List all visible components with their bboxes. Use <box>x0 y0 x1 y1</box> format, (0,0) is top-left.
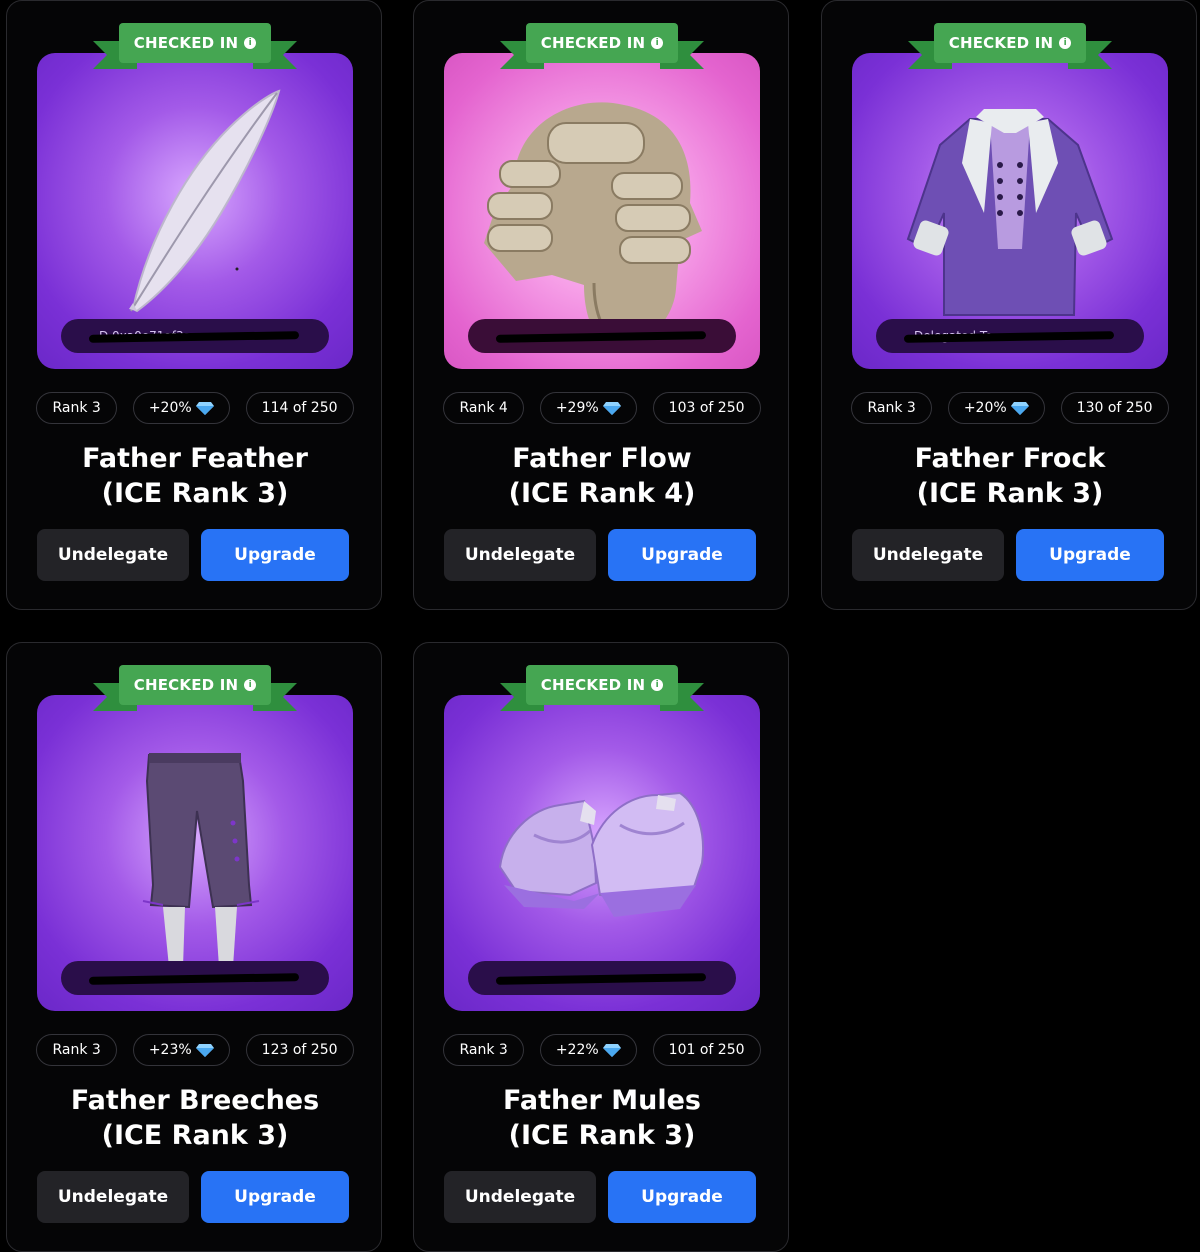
undelegate-button[interactable]: Undelegate <box>37 529 189 581</box>
supply-chip: 101 of 250 <box>652 1034 761 1066</box>
delegated-to-pill: Delegated To ... <box>876 319 1144 353</box>
rank-chip: Rank 4 <box>443 392 524 424</box>
checked-in-badge: CHECKED IN i <box>500 21 704 77</box>
undelegate-button[interactable]: Undelegate <box>444 529 596 581</box>
stats-row: Rank 3 +22% 101 of 250 <box>414 1034 790 1066</box>
delegated-to-pill: D 0xa0e71af3ae... <box>61 319 329 353</box>
rank-chip: Rank 3 <box>36 392 117 424</box>
delegated-to-pill: ... <box>468 961 736 995</box>
checked-in-badge: CHECKED IN i <box>93 663 297 719</box>
wearable-card: ... CHECKED IN i Rank 4 +29% 103 of 250 … <box>413 0 789 610</box>
upgrade-button[interactable]: Upgrade <box>201 1171 349 1223</box>
rank-chip: Rank 3 <box>36 1034 117 1066</box>
item-name: Father Breeches (ICE Rank 3) <box>70 1085 320 1151</box>
bonus-chip: +22% <box>539 1034 637 1066</box>
gem-icon <box>195 402 214 415</box>
item-name: Father Mules (ICE Rank 3) <box>503 1085 701 1151</box>
checked-in-label: CHECKED IN <box>133 34 239 52</box>
redaction-mark <box>88 973 300 985</box>
wearable-card: ... CHECKED IN i Rank 3 +22% 101 of 250 … <box>413 642 789 1252</box>
gem-icon <box>602 1044 621 1057</box>
checked-in-label: CHECKED IN <box>540 676 646 694</box>
checked-in-label: CHECKED IN <box>540 34 646 52</box>
info-icon[interactable]: i <box>1059 37 1072 49</box>
checked-in-label: CHECKED IN <box>133 676 239 694</box>
wearable-card: Delegated To ... CHECKED IN i Rank 3 +20… <box>821 0 1197 610</box>
delegated-to-pill: ... <box>468 319 736 353</box>
info-icon[interactable]: i <box>244 37 257 49</box>
redaction-mark <box>495 973 707 985</box>
supply-chip: 123 of 250 <box>245 1034 354 1066</box>
item-art-panel[interactable]: D 0xa0e71af3ae... <box>37 53 353 369</box>
bonus-chip: +23% <box>132 1034 230 1066</box>
gem-icon <box>602 402 621 415</box>
delegated-to-pill: ... <box>61 961 329 995</box>
stats-row: Rank 3 +23% 123 of 250 <box>7 1034 383 1066</box>
bonus-chip: +20% <box>132 392 230 424</box>
checked-in-label: CHECKED IN <box>948 34 1054 52</box>
upgrade-button[interactable]: Upgrade <box>201 529 349 581</box>
upgrade-button[interactable]: Upgrade <box>1016 529 1164 581</box>
upgrade-button[interactable]: Upgrade <box>608 1171 756 1223</box>
info-icon[interactable]: i <box>651 37 664 49</box>
upgrade-button[interactable]: Upgrade <box>608 529 756 581</box>
undelegate-button[interactable]: Undelegate <box>37 1171 189 1223</box>
checked-in-badge: CHECKED IN i <box>908 21 1112 77</box>
checked-in-badge: CHECKED IN i <box>500 663 704 719</box>
undelegate-button[interactable]: Undelegate <box>852 529 1004 581</box>
checked-in-badge: CHECKED IN i <box>93 21 297 77</box>
supply-chip: 114 of 250 <box>245 392 354 424</box>
gem-icon <box>195 1044 214 1057</box>
undelegate-button[interactable]: Undelegate <box>444 1171 596 1223</box>
supply-chip: 103 of 250 <box>652 392 761 424</box>
item-art-panel[interactable]: ... <box>444 695 760 1011</box>
stats-row: Rank 3 +20% 130 of 250 <box>822 392 1198 424</box>
item-art-panel[interactable]: ... <box>444 53 760 369</box>
stats-row: Rank 4 +29% 103 of 250 <box>414 392 790 424</box>
bonus-chip: +29% <box>539 392 637 424</box>
wearable-card: D 0xa0e71af3ae... CHECKED IN i Rank 3 +2… <box>6 0 382 610</box>
item-name: Father Flow (ICE Rank 4) <box>508 443 696 509</box>
item-art-panel[interactable]: Delegated To ... <box>852 53 1168 369</box>
bonus-chip: +20% <box>947 392 1045 424</box>
supply-chip: 130 of 250 <box>1060 392 1169 424</box>
stats-row: Rank 3 +20% 114 of 250 <box>7 392 383 424</box>
gem-icon <box>1010 402 1029 415</box>
item-art-panel[interactable]: ... <box>37 695 353 1011</box>
info-icon[interactable]: i <box>244 679 257 691</box>
rank-chip: Rank 3 <box>851 392 932 424</box>
info-icon[interactable]: i <box>651 679 664 691</box>
rank-chip: Rank 3 <box>443 1034 524 1066</box>
wearable-card: ... CHECKED IN i Rank 3 +23% 123 of 250 … <box>6 642 382 1252</box>
redaction-mark <box>495 331 707 343</box>
item-name: Father Feather (ICE Rank 3) <box>82 443 308 509</box>
item-name: Father Frock (ICE Rank 3) <box>914 443 1106 509</box>
